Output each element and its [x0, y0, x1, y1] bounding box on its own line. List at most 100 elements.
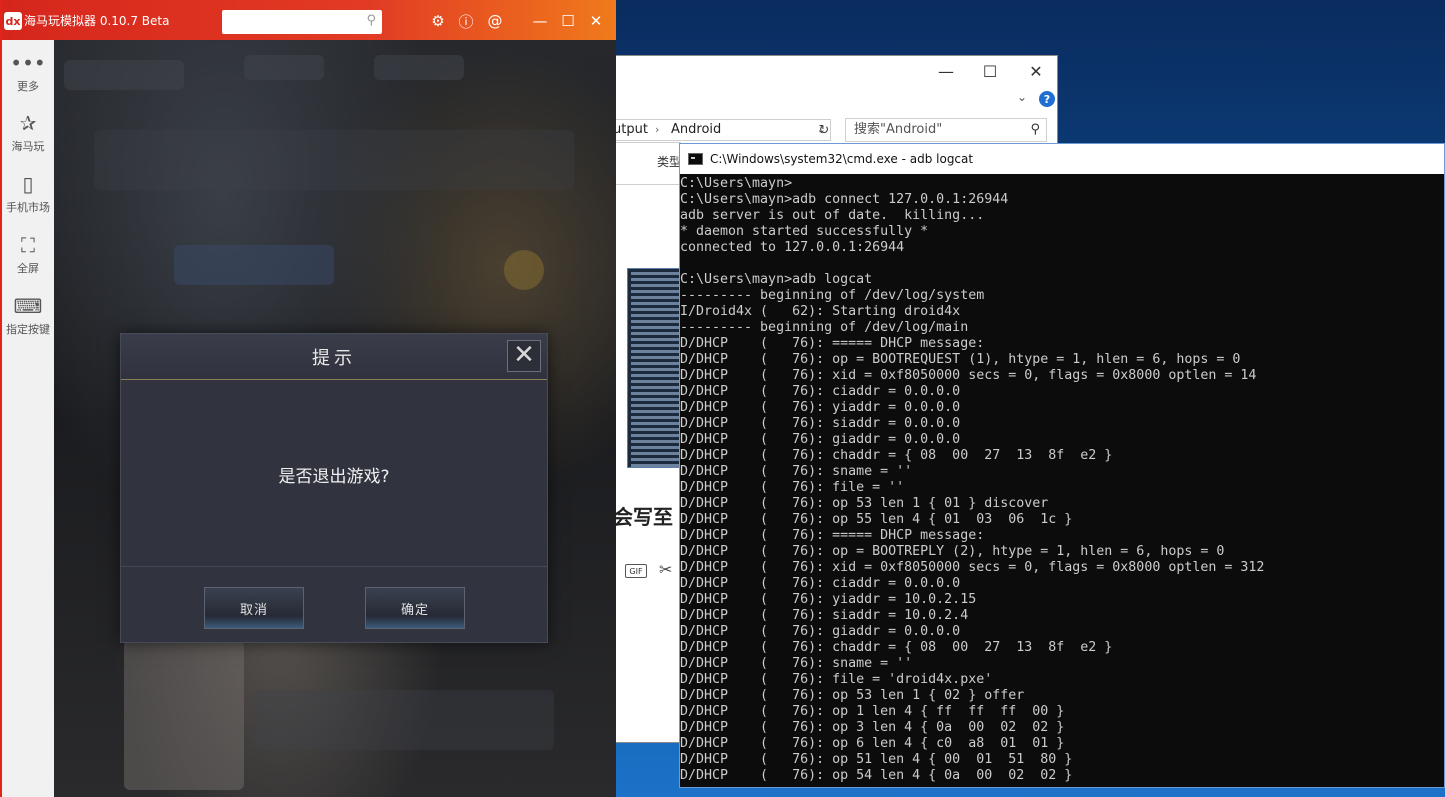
console-line: D/DHCP ( 76): ===== DHCP message:	[680, 336, 985, 351]
maximize-icon[interactable]: ☐	[558, 11, 578, 31]
close-icon[interactable]: ✕	[586, 11, 606, 31]
console-line: D/DHCP ( 76): op = BOOTREPLY (2), htype …	[680, 544, 1225, 559]
refresh-icon[interactable]: ↻	[815, 119, 833, 141]
gif-icon[interactable]: GIF	[625, 564, 647, 578]
console-line: I/Droid4x ( 62): Starting droid4x	[680, 304, 961, 319]
emulator-title-bar[interactable]: dx 海马玩模拟器 0.10.7 Beta ⚲ ⚙ ⓘ @ — ☐ ✕	[2, 0, 616, 40]
emulator-title: 海马玩模拟器 0.10.7 Beta	[24, 14, 170, 28]
confirm-button[interactable]: 确定	[365, 587, 465, 629]
console-line: --------- beginning of /dev/log/main	[680, 320, 969, 335]
settings-gear-icon[interactable]: ⚙	[428, 11, 448, 31]
console-line: C:\Users\mayn>adb logcat	[680, 272, 873, 287]
cancel-button[interactable]: 取消	[204, 587, 304, 629]
console-line: D/DHCP ( 76): sname = ''	[680, 656, 913, 671]
console-line: C:\Users\mayn>adb connect 127.0.0.1:2694…	[680, 192, 1009, 207]
console-line: D/DHCP ( 76): op 53 len 1 { 02 } offer	[680, 688, 1025, 703]
breadcrumb-segment[interactable]: utput	[613, 120, 648, 140]
breadcrumb-segment[interactable]: Android	[671, 120, 721, 140]
sidebar-item-label: 海马玩	[11, 140, 45, 153]
emulator-search-input[interactable]: ⚲	[222, 10, 382, 34]
search-icon[interactable]: ⚲	[366, 13, 376, 28]
maximize-icon: ☐	[982, 61, 998, 81]
console-line: D/DHCP ( 76): op = BOOTREQUEST (1), htyp…	[680, 352, 1241, 367]
scissors-icon[interactable]: ✂	[659, 560, 672, 579]
sidebar-item-label: 手机市场	[6, 201, 50, 214]
console-icon	[688, 153, 703, 165]
minimize-icon[interactable]: —	[530, 11, 550, 31]
explorer-search-input[interactable]: 搜索"Android" ⚲	[845, 118, 1047, 142]
phone-market-icon: ▯	[22, 172, 34, 196]
emulator-window[interactable]: dx 海马玩模拟器 0.10.7 Beta ⚲ ⚙ ⓘ @ — ☐ ✕ ••• …	[0, 0, 616, 797]
divider	[613, 184, 681, 185]
fullscreen-icon: ⛶	[21, 233, 35, 257]
emulator-sidebar: ••• 更多 ✰ 海马玩 ▯ 手机市场 ⛶ 全屏 ⌨ 指定按键	[2, 40, 54, 797]
search-icon: ⚲	[1030, 122, 1040, 137]
console-line: connected to 127.0.0.1:26944	[680, 240, 905, 255]
dialog-header: 提示 ✕	[121, 334, 547, 380]
sidebar-item-market[interactable]: ▯ 手机市场	[2, 169, 54, 215]
console-line: D/DHCP ( 76): ciaddr = 0.0.0.0	[680, 384, 961, 399]
console-line: C:\Users\mayn>	[680, 176, 793, 191]
exit-game-dialog: 提示 ✕ 是否退出游戏? 取消 确定	[120, 333, 548, 643]
dialog-title: 提示	[312, 348, 356, 369]
console-line: D/DHCP ( 76): op 53 len 1 { 01 } discove…	[680, 496, 1049, 511]
console-line: D/DHCP ( 76): file = 'droid4x.pxe'	[680, 672, 993, 687]
help-icon[interactable]: ?	[1039, 91, 1055, 107]
console-line: D/DHCP ( 76): op 1 len 4 { ff ff ff 00 }	[680, 704, 1065, 719]
console-line: D/DHCP ( 76): op 6 len 4 { c0 a8 01 01 }	[680, 736, 1065, 751]
ribbon-expand-chevron-icon[interactable]: ⌄	[1017, 90, 1027, 104]
sidebar-item-label: 更多	[17, 80, 39, 93]
console-line: * daemon started successfully *	[680, 224, 929, 239]
sidebar-item-label: 指定按键	[6, 323, 50, 336]
document-heading-fragment: 会写至	[613, 505, 673, 529]
console-line: D/DHCP ( 76): siaddr = 0.0.0.0	[680, 416, 961, 431]
breadcrumb-separator-icon: ›	[655, 123, 660, 136]
explorer-minimize-button[interactable]: —	[923, 56, 969, 86]
console-line: D/DHCP ( 76): chaddr = { 08 00 27 13 8f …	[680, 640, 1113, 655]
console-line: D/DHCP ( 76): giaddr = 0.0.0.0	[680, 432, 961, 447]
console-line: --------- beginning of /dev/log/system	[680, 288, 985, 303]
console-line: D/DHCP ( 76): ciaddr = 0.0.0.0	[680, 576, 961, 591]
log-screenshot-thumbnail	[627, 268, 683, 468]
console-line: D/DHCP ( 76): yiaddr = 10.0.2.15	[680, 592, 977, 607]
search-placeholder: 搜索"Android"	[854, 122, 943, 137]
minimize-icon: —	[938, 61, 954, 81]
console-line: D/DHCP ( 76): sname = ''	[680, 464, 913, 479]
explorer-maximize-button[interactable]: ☐	[967, 56, 1013, 86]
at-sign-icon[interactable]: @	[485, 11, 505, 31]
sidebar-item-keymap[interactable]: ⌨ 指定按键	[2, 291, 54, 337]
console-line: D/DHCP ( 76): yiaddr = 0.0.0.0	[680, 400, 961, 415]
dialog-close-button[interactable]: ✕	[507, 340, 541, 372]
cmd-window[interactable]: C:\Windows\system32\cmd.exe - adb logcat…	[679, 143, 1445, 788]
divider	[121, 566, 547, 567]
sidebar-item-fullscreen[interactable]: ⛶ 全屏	[2, 230, 54, 276]
console-line: D/DHCP ( 76): xid = 0xf8050000 secs = 0,…	[680, 560, 1265, 575]
console-line: D/DHCP ( 76): file = ''	[680, 480, 905, 495]
console-line: D/DHCP ( 76): op 54 len 4 { 0a 00 02 02 …	[680, 768, 1073, 783]
sidebar-item-more[interactable]: ••• 更多	[2, 48, 54, 94]
console-line: D/DHCP ( 76): op 55 len 4 { 01 03 06 1c …	[680, 512, 1073, 527]
cmd-title-bar[interactable]: C:\Windows\system32\cmd.exe - adb logcat	[680, 144, 1444, 174]
explorer-close-button[interactable]: ✕	[1013, 56, 1059, 86]
help-icon[interactable]: ⓘ	[456, 11, 476, 31]
sidebar-item-haima[interactable]: ✰ 海马玩	[2, 108, 54, 154]
console-output[interactable]: C:\Users\mayn> C:\Users\mayn>adb connect …	[680, 176, 1444, 788]
console-line: D/DHCP ( 76): giaddr = 0.0.0.0	[680, 624, 961, 639]
haima-icon: ✰	[19, 111, 37, 135]
address-bar[interactable]: utput › Android ⌄	[613, 119, 831, 141]
column-header-type[interactable]: 类型	[657, 153, 681, 170]
cmd-title: C:\Windows\system32\cmd.exe - adb logcat	[710, 152, 974, 166]
divider	[613, 142, 681, 143]
emulator-logo: dx	[4, 12, 22, 30]
dialog-message: 是否退出游戏?	[278, 467, 390, 487]
more-dots-icon: •••	[10, 51, 46, 75]
console-line: D/DHCP ( 76): chaddr = { 08 00 27 13 8f …	[680, 448, 1113, 463]
close-icon: ✕	[1029, 61, 1043, 81]
console-line: D/DHCP ( 76): op 51 len 4 { 00 01 51 80 …	[680, 752, 1073, 767]
keyboard-icon: ⌨	[13, 294, 43, 318]
console-line: D/DHCP ( 76): xid = 0xf8050000 secs = 0,…	[680, 368, 1257, 383]
console-line: D/DHCP ( 76): siaddr = 10.0.2.4	[680, 608, 969, 623]
console-line: D/DHCP ( 76): op 3 len 4 { 0a 00 02 02 }	[680, 720, 1065, 735]
console-line: D/DHCP ( 76): ===== DHCP message:	[680, 528, 985, 543]
